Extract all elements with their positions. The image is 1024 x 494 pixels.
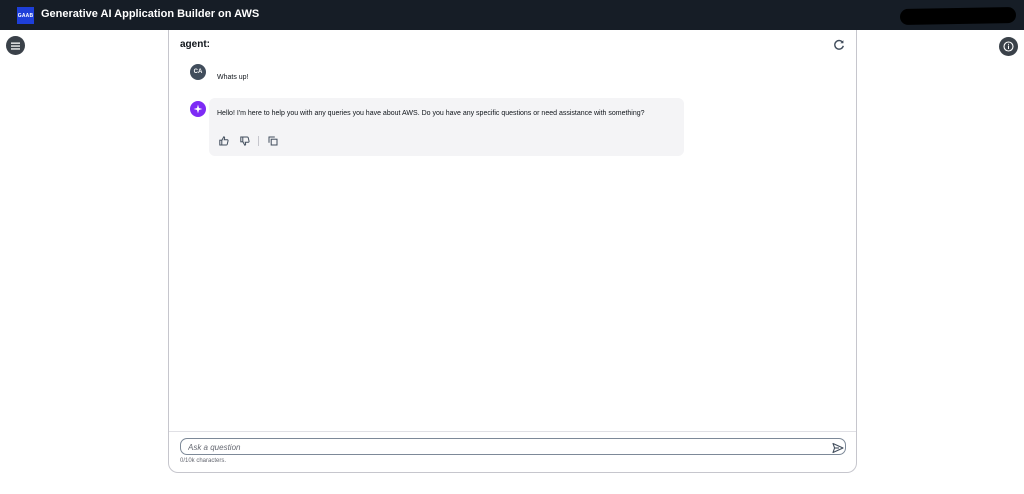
prompt-input[interactable] [188,441,818,453]
app-logo[interactable]: GAAB [17,7,34,24]
character-count: 0/10k characters. [180,458,227,464]
navigation-menu-button[interactable] [6,36,25,55]
chat-title: agent: [180,39,210,50]
thumbs-down-icon [240,136,250,146]
app-title[interactable]: Generative AI Application Builder on AWS [41,8,259,20]
bot-message-bubble: Hello! I'm here to help you with any que… [209,98,684,156]
hamburger-menu-icon [11,42,20,50]
user-avatar: CA [190,64,206,80]
chat-panel: agent: CA Whats up! Hello! I'm here to h… [168,30,857,473]
info-panel-button[interactable] [999,37,1018,56]
actions-divider [258,136,259,146]
user-message: Whats up! [217,74,249,81]
bot-message: Hello! I'm here to help you with any que… [217,110,645,117]
copy-button[interactable] [266,134,280,148]
info-icon [1003,41,1014,52]
message-actions [217,134,287,148]
copy-icon [268,136,278,146]
sparkle-icon [193,104,203,114]
thumbs-up-icon [219,136,229,146]
refresh-icon [834,39,844,50]
top-navigation: GAAB Generative AI Application Builder o… [0,0,1024,30]
composer-divider [169,431,856,432]
send-button[interactable] [832,441,844,454]
bot-avatar [190,101,206,117]
send-icon [832,442,844,454]
thumbs-down-button[interactable] [238,134,252,148]
refresh-button[interactable] [833,38,845,50]
thumbs-up-button[interactable] [217,134,231,148]
prompt-input-container [180,438,846,455]
user-menu-redacted[interactable] [899,6,1017,26]
